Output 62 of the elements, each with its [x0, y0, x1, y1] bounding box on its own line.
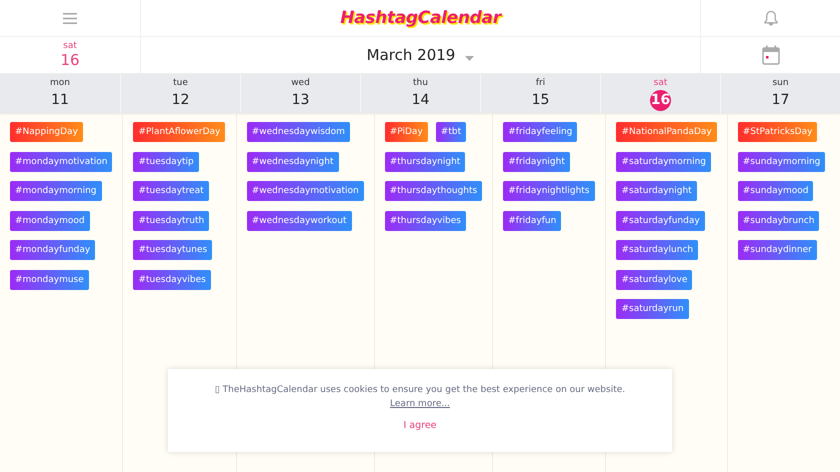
hashtag-chip[interactable]: #tbt	[436, 122, 466, 142]
hashtag-chip[interactable]: #wednesdaymotivation	[246, 181, 364, 201]
day-number[interactable]: 12	[170, 90, 192, 111]
weekday-label: mon	[50, 77, 70, 89]
day-number[interactable]: 15	[530, 90, 552, 111]
calendar-icon[interactable]	[762, 45, 780, 65]
hashtag-chip[interactable]: #saturdaylunch	[616, 240, 698, 260]
day-number[interactable]: 17	[770, 90, 792, 111]
weekday-label: tue	[173, 77, 188, 89]
weekday-label: thu	[413, 77, 428, 89]
hashtag-chip[interactable]: #saturdayrun	[616, 299, 689, 319]
weekday-label: sun	[772, 77, 789, 89]
hashtag-chip[interactable]: #tuesdayvibes	[133, 270, 211, 290]
agree-button[interactable]: I agree	[397, 418, 443, 433]
hashtag-chip[interactable]: #tuesdaytunes	[133, 240, 212, 260]
hashtag-chip[interactable]: #mondaymood	[10, 210, 90, 230]
hashtag-chip[interactable]: #tuesdaytip	[133, 152, 199, 172]
hashtag-chip[interactable]: #sundaymorning	[738, 152, 826, 172]
hashtag-chip[interactable]: #mondaymorning	[10, 181, 102, 201]
day-number[interactable]: 11	[49, 90, 71, 111]
weekday-label: wed	[291, 77, 310, 89]
day-number[interactable]: 16	[650, 90, 671, 111]
logo[interactable]: HashtagCalendar	[340, 8, 501, 28]
hashtag-chip[interactable]: #sundaymood	[738, 181, 814, 201]
hashtag-chip[interactable]: #fridayfeeling	[503, 122, 578, 142]
menu-icon[interactable]	[63, 12, 77, 24]
hashtag-chip[interactable]: #NappingDay	[10, 122, 83, 142]
day-number[interactable]: 14	[410, 90, 432, 111]
today-weekday: sat	[63, 41, 77, 51]
caret-icon	[465, 56, 474, 60]
hashtag-chip[interactable]: #mondaymuse	[10, 270, 89, 290]
learn-more-link[interactable]: Learn more...	[390, 399, 450, 409]
hashtag-chip[interactable]: #saturdaylove	[616, 270, 692, 290]
hashtag-chip[interactable]: #sundaybrunch	[738, 210, 820, 230]
hashtag-chip[interactable]: #StPatricksDay	[738, 122, 818, 142]
bell-icon[interactable]	[764, 10, 778, 26]
hashtag-chip[interactable]: #thursdaythoughts	[384, 181, 482, 201]
month-picker[interactable]: March 2019	[360, 45, 480, 65]
hashtag-chip[interactable]: #thursdayvibes	[384, 210, 466, 230]
hashtag-chip[interactable]: #mondayfunday	[10, 240, 96, 260]
hashtag-chip[interactable]: #sundaydinner	[738, 240, 817, 260]
today-date[interactable]: 16	[60, 51, 80, 69]
hashtag-chip[interactable]: #wednesdayworkout	[246, 210, 352, 230]
hashtag-chip[interactable]: #saturdaymorning	[616, 152, 711, 172]
hashtag-chip[interactable]: #fridayfun	[503, 210, 562, 230]
hashtag-chip[interactable]: #saturdayfunday	[616, 210, 705, 230]
weekday-label: sat	[654, 77, 668, 89]
hashtag-chip[interactable]: #tuesdaytruth	[133, 210, 210, 230]
hashtag-chip[interactable]: #thursdaynight	[384, 152, 466, 172]
weekday-label: fri	[536, 77, 546, 89]
hashtag-chip[interactable]: #tuesdaytreat	[133, 181, 209, 201]
hashtag-chip[interactable]: #saturdaynight	[616, 181, 697, 201]
hashtag-chip[interactable]: #PiDay	[384, 122, 428, 142]
day-number[interactable]: 13	[290, 90, 312, 111]
cookie-message: ▯ TheHashtagCalendar uses cookies to ensure you get the best experience on our website.	[214, 385, 626, 395]
hashtag-chip[interactable]: #wednesdaywisdom	[246, 122, 350, 142]
hashtag-chip[interactable]: #wednesdaynight	[246, 152, 338, 172]
hashtag-chip[interactable]: #fridaynight	[503, 152, 570, 172]
hashtag-chip[interactable]: #NationalPandaDay	[616, 122, 717, 142]
hashtag-chip[interactable]: #PlantAflowerDay	[133, 122, 226, 142]
hashtag-chip[interactable]: #fridaynightlights	[503, 181, 594, 201]
hashtag-chip[interactable]: #mondaymotivation	[10, 152, 112, 172]
